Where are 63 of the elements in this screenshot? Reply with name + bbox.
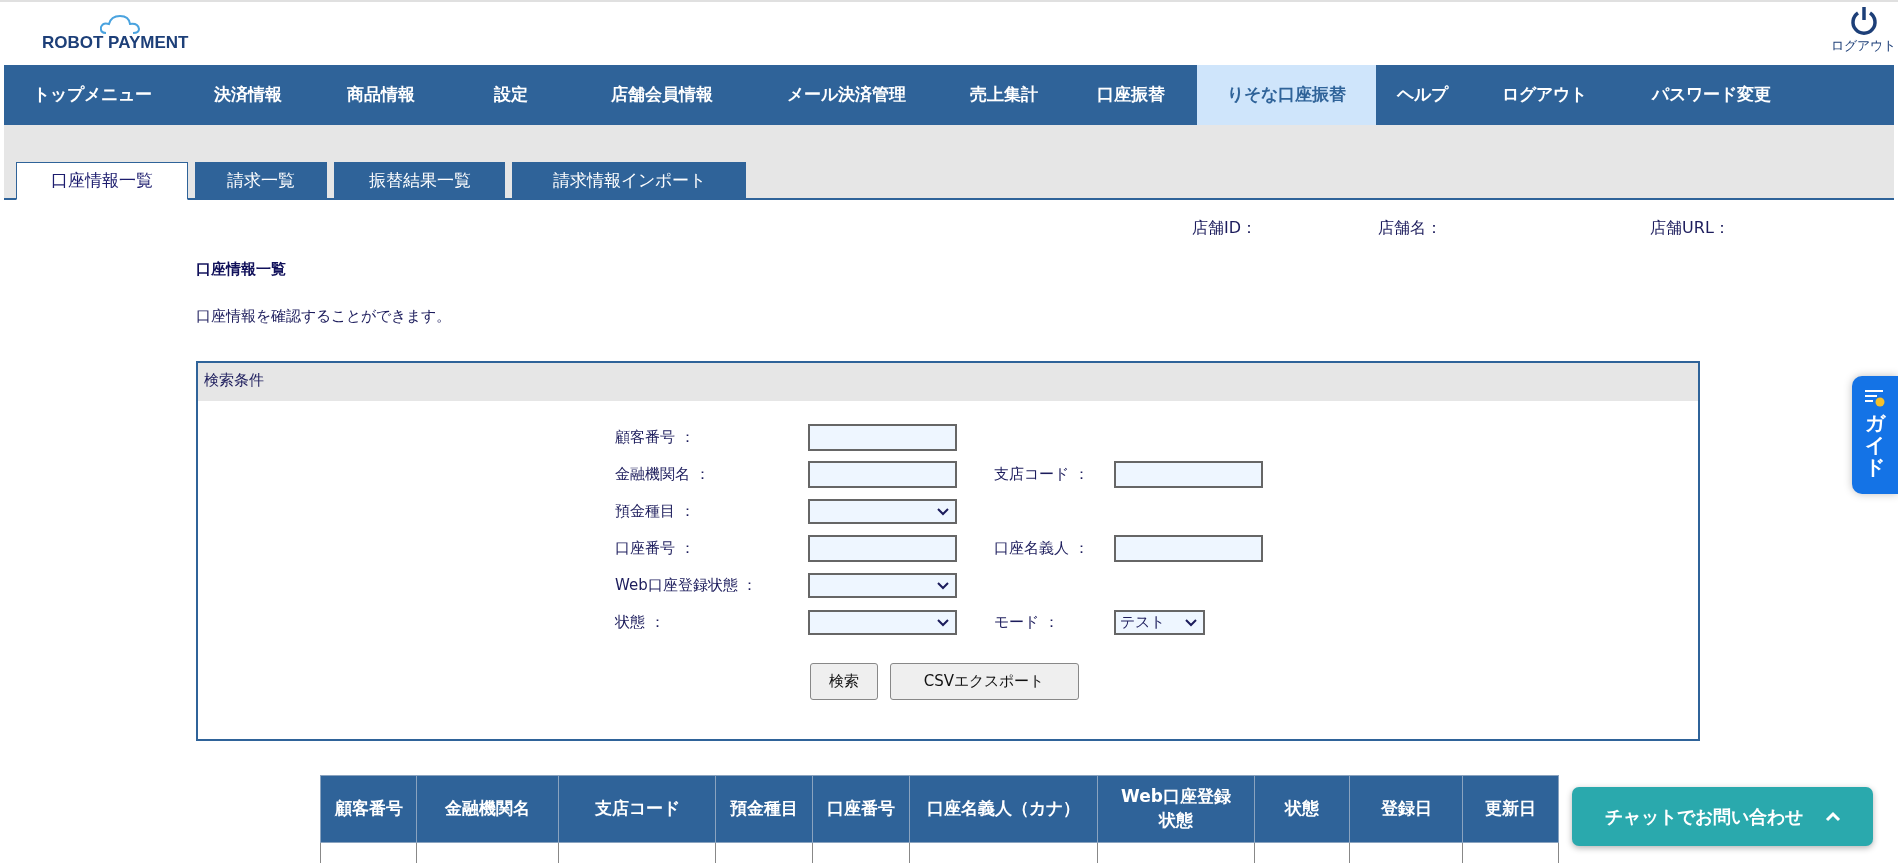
nav-item[interactable]: 口座振替	[1064, 65, 1197, 125]
dropdown[interactable]	[808, 499, 957, 524]
dropdown[interactable]	[808, 573, 957, 598]
tab[interactable]: 請求一覧	[195, 162, 327, 200]
column-header: Web口座登録状態	[1097, 775, 1255, 843]
nav-item[interactable]: ログアウト	[1469, 65, 1620, 125]
nav-item[interactable]: 設定	[447, 65, 574, 125]
field-label: 口座番号 ：	[615, 538, 696, 560]
nav-item[interactable]: 店舗会員情報	[574, 65, 749, 125]
input-field[interactable]	[808, 424, 957, 451]
field-label: 支店コード ：	[994, 464, 1090, 486]
column-header: 登録日	[1349, 775, 1463, 843]
tab[interactable]: 振替結果一覧	[334, 162, 505, 200]
tab[interactable]: 口座情報一覧	[16, 162, 188, 200]
dropdown[interactable]: テスト	[1114, 610, 1205, 635]
column-header: 状態	[1254, 775, 1350, 843]
input-field[interactable]	[1114, 535, 1263, 562]
input-field[interactable]	[808, 461, 957, 488]
chevron-up-icon	[1824, 811, 1841, 822]
shop-info-label: 店舗URL：	[1650, 217, 1730, 239]
shop-info-label: 店舗名：	[1378, 217, 1443, 239]
column-header: 顧客番号	[320, 775, 417, 843]
nav-item[interactable]: 商品情報	[314, 65, 447, 125]
page-title: 口座情報一覧	[196, 259, 287, 280]
chevron-down-icon	[937, 507, 949, 516]
column-header: 金融機関名	[416, 775, 559, 843]
guide-icon	[1864, 388, 1886, 408]
nav-item[interactable]: 決済情報	[181, 65, 314, 125]
page-description: 口座情報を確認することができます。	[196, 305, 452, 327]
input-field[interactable]	[1114, 461, 1263, 488]
column-header: 預金種目	[715, 775, 813, 843]
cloud-icon	[100, 14, 140, 34]
field-label: モード ：	[994, 612, 1060, 634]
chevron-down-icon	[937, 581, 949, 590]
export-button[interactable]: CSVエクスポート	[889, 663, 1079, 700]
nav-item[interactable]: ヘルプ	[1376, 65, 1469, 125]
input-field[interactable]	[808, 535, 957, 562]
field-label: 状態 ：	[615, 612, 666, 634]
chevron-down-icon	[1185, 618, 1197, 627]
field-label: Web口座登録状態 ：	[615, 575, 759, 597]
field-label: 金融機関名 ：	[615, 464, 711, 486]
power-icon	[1849, 6, 1878, 36]
shop-info-label: 店舗ID：	[1192, 217, 1258, 239]
column-header: 更新日	[1462, 775, 1559, 843]
column-header: 口座番号	[812, 775, 910, 843]
nav-item[interactable]: 売上集計	[943, 65, 1064, 125]
nav-item[interactable]: パスワード変更	[1620, 65, 1802, 125]
guide-tab[interactable]: ガイド	[1852, 376, 1898, 494]
dropdown[interactable]	[808, 610, 957, 635]
nav-item[interactable]: トップメニュー	[4, 65, 181, 125]
field-label: 口座名義人 ：	[994, 538, 1090, 560]
chevron-down-icon	[937, 618, 949, 627]
nav-item[interactable]: りそな口座振替	[1197, 65, 1376, 125]
tab[interactable]: 請求情報インポート	[512, 162, 746, 200]
column-header: 口座名義人（カナ）	[909, 775, 1098, 843]
field-label: 顧客番号 ：	[615, 427, 696, 449]
logout-button[interactable]: ログアウト	[1831, 2, 1898, 65]
search-button[interactable]: 検索	[810, 663, 878, 700]
section-header: 検索条件	[198, 363, 1698, 401]
column-header: 支店コード	[558, 775, 716, 843]
logo-text: ROBOT PAYMENT	[42, 34, 189, 51]
nav-item[interactable]: メール決済管理	[749, 65, 943, 125]
field-label: 預金種目 ：	[615, 501, 696, 523]
